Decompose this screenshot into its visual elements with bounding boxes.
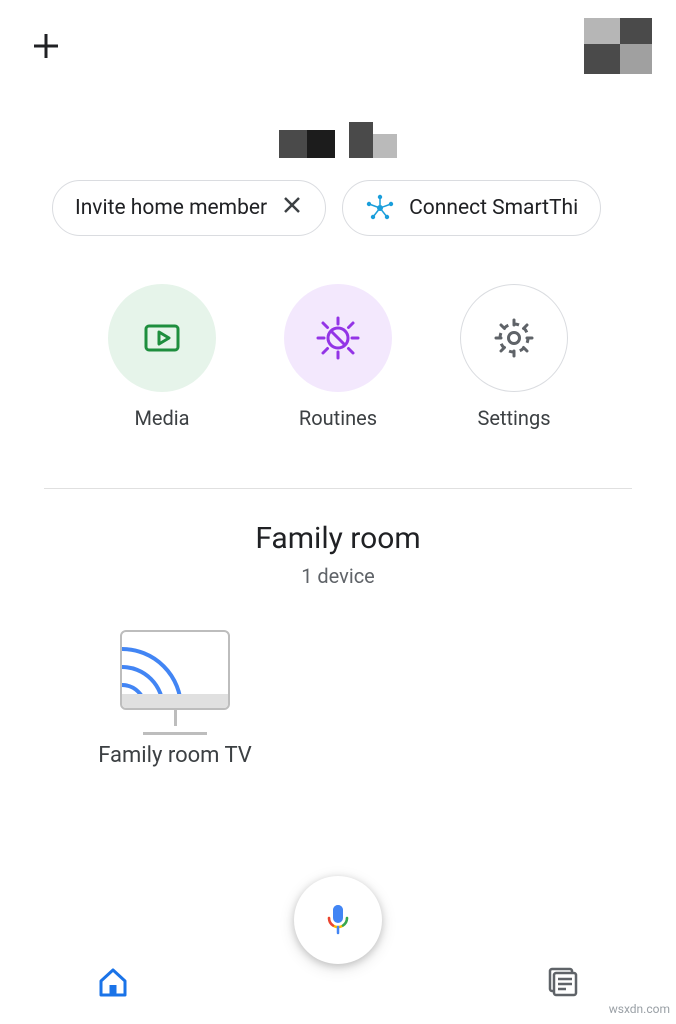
quick-action-routines[interactable]: Routines [284,284,392,430]
section-divider [44,488,632,489]
avatar-pixel [620,44,652,74]
home-name[interactable] [0,122,676,158]
feed-icon [546,965,580,999]
chip-invite-home-member[interactable]: Invite home member [52,180,326,236]
home-name-pixel [373,134,397,158]
device-family-room-tv[interactable]: Family room TV [80,630,270,768]
chip-connect-smartthings[interactable]: Connect SmartThi [342,180,601,236]
quick-action-label: Media [134,406,189,430]
device-label: Family room TV [98,743,252,768]
bottom-nav [0,940,676,1024]
quick-actions: Media Routines [0,284,676,430]
home-name-pixel [307,130,335,158]
routines-icon [284,284,392,392]
home-name-pixel [349,122,373,158]
home-icon [96,965,130,999]
quick-action-label: Routines [299,406,377,430]
gear-icon [460,284,568,392]
close-icon[interactable] [281,194,303,222]
plus-icon [31,31,61,61]
room-title: Family room [0,521,676,556]
watermark: wsxdn.com [609,1002,670,1016]
mic-icon [320,902,356,938]
nav-feed[interactable] [451,965,676,999]
avatar-pixel [584,18,620,44]
chip-label: Invite home member [75,196,267,220]
header [0,0,676,74]
suggestion-chips: Invite home member Connec [0,158,676,236]
room-header: Family room 1 device [0,521,676,588]
account-avatar[interactable] [584,18,652,74]
add-button[interactable] [24,24,68,68]
avatar-pixel [584,44,620,74]
room-device-count: 1 device [0,564,676,588]
avatar-pixel [620,18,652,44]
quick-action-settings[interactable]: Settings [460,284,568,430]
nav-home[interactable] [0,965,225,999]
media-icon [108,284,216,392]
chip-label: Connect SmartThi [409,196,578,220]
smartthings-icon [365,193,395,223]
home-name-pixel [279,130,307,158]
cast-tv-icon [120,630,230,735]
quick-action-label: Settings [477,406,550,430]
quick-action-media[interactable]: Media [108,284,216,430]
device-grid: Family room TV [0,630,676,768]
